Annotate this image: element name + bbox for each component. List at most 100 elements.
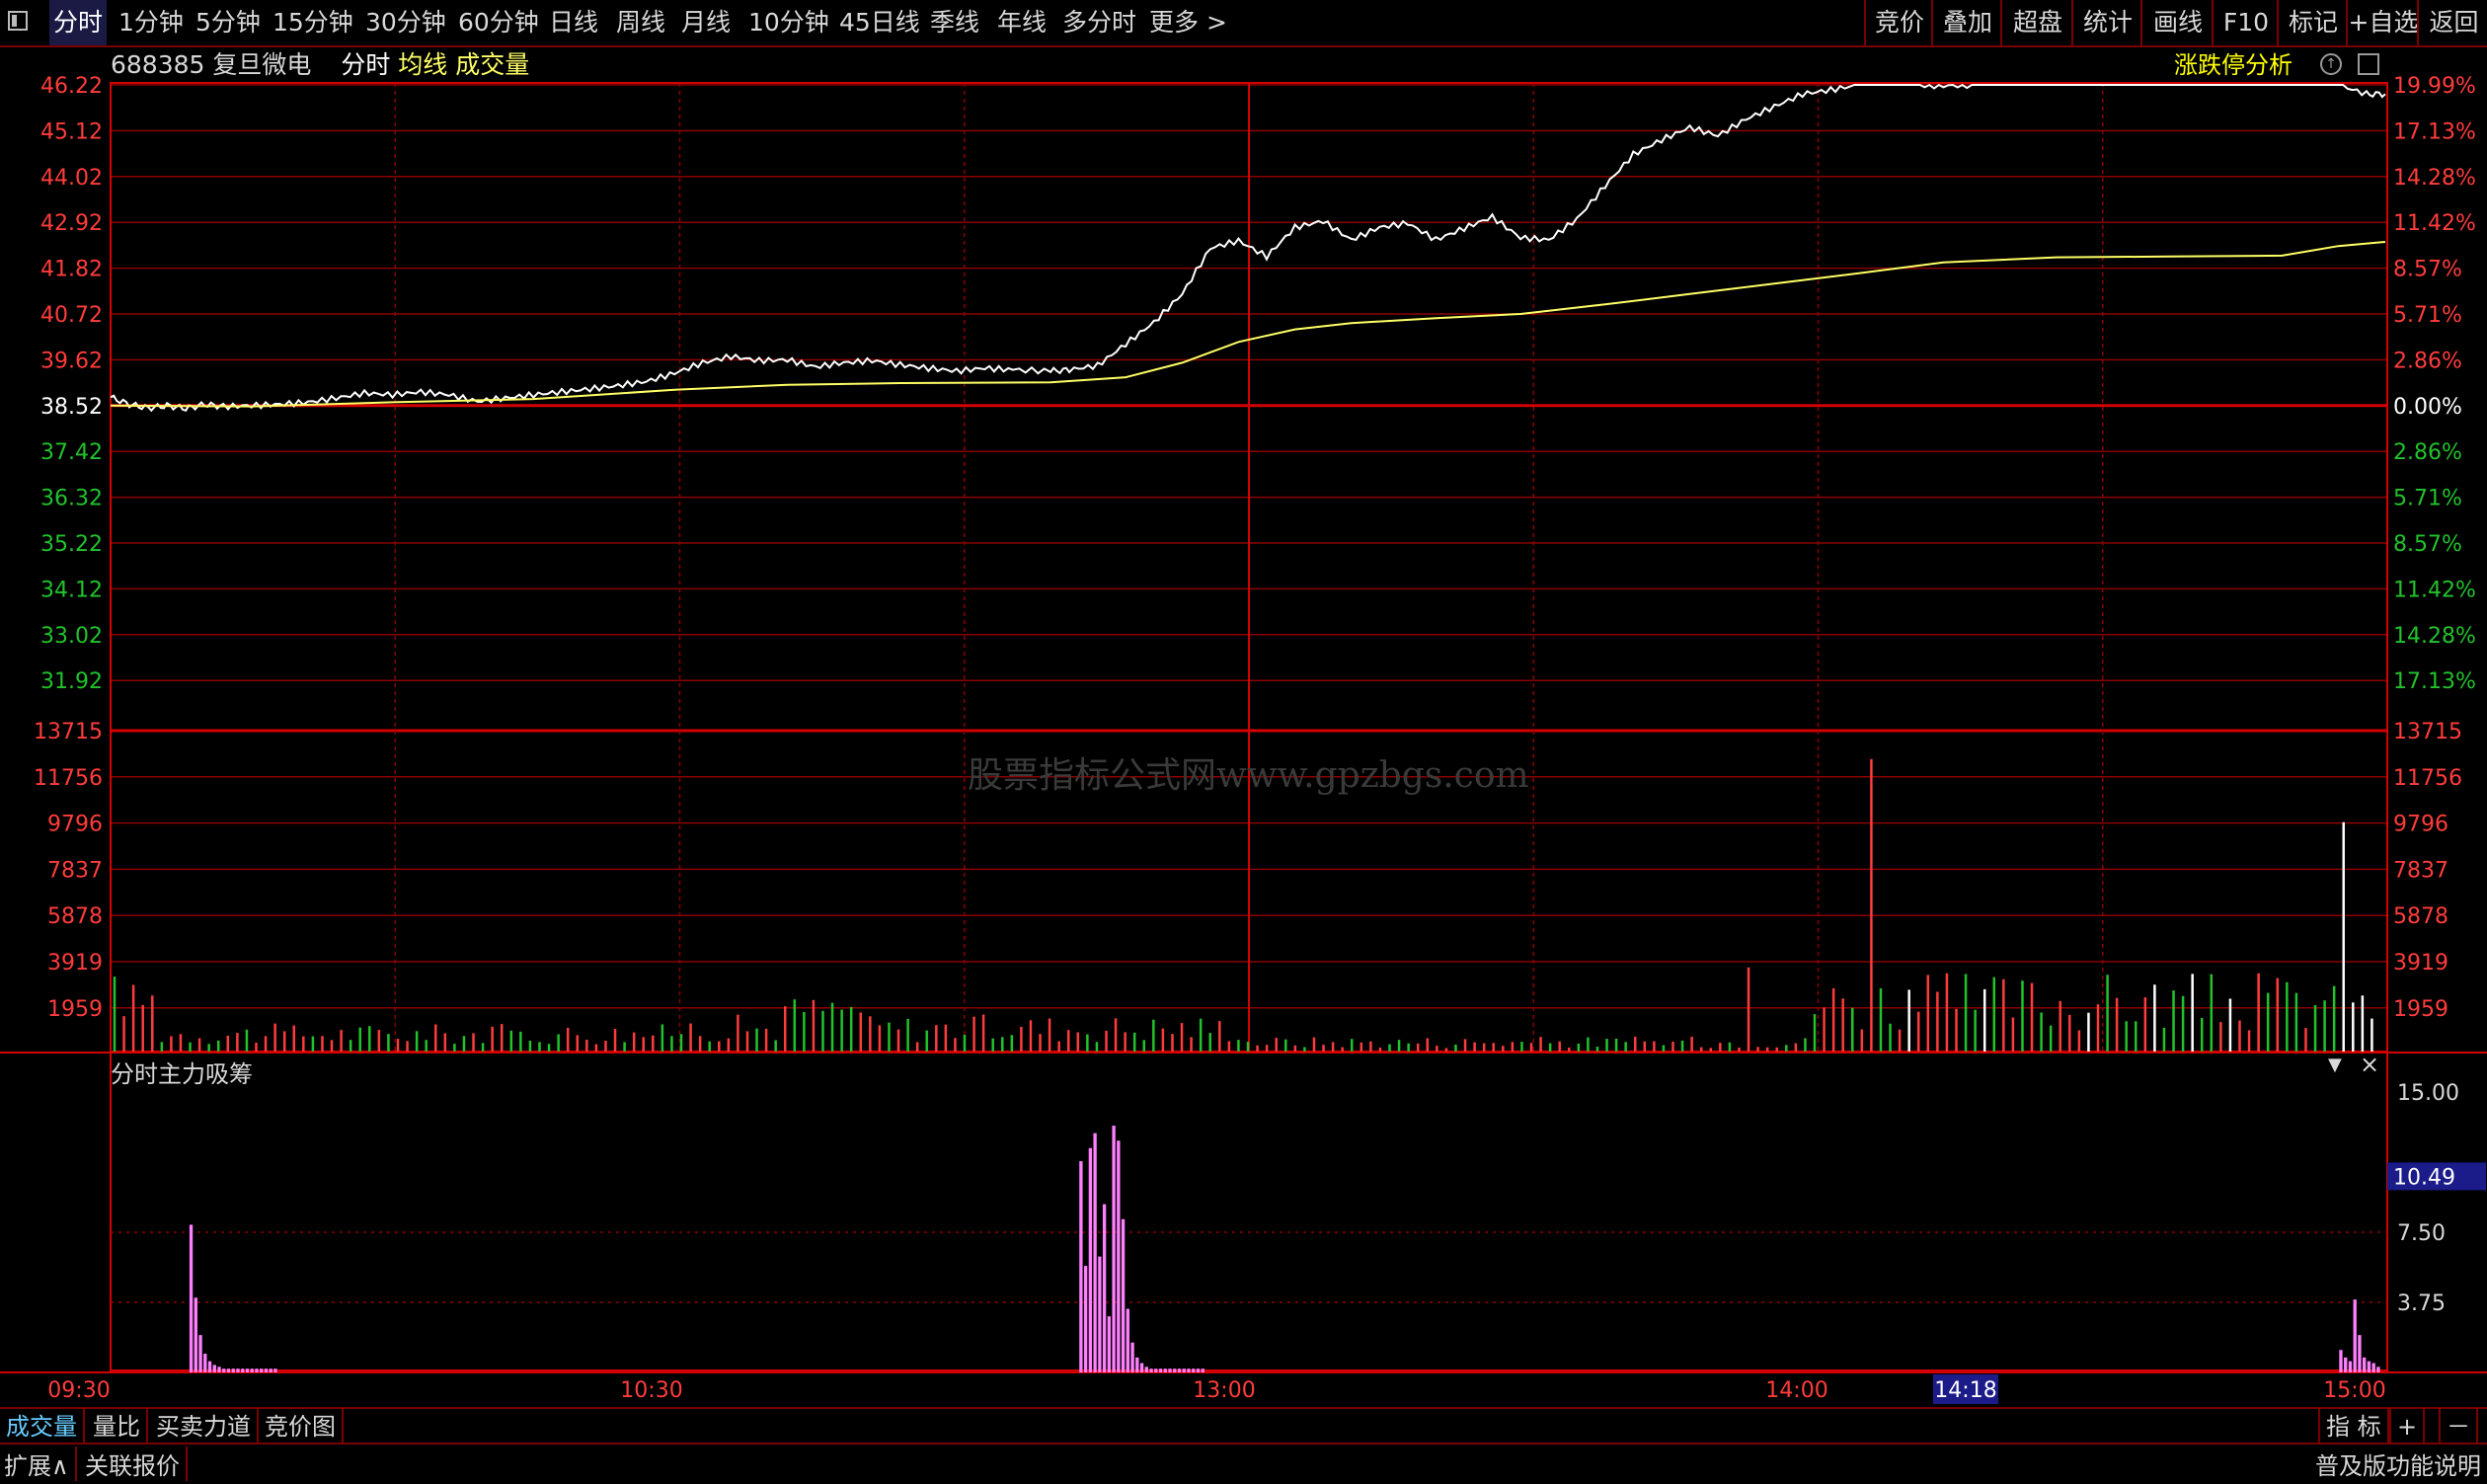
indicator-bar [250,1368,254,1372]
indicator-bar [203,1354,207,1372]
volume-axis-label: 1959 [47,997,103,1022]
pct-axis-label: 17.13% [2393,669,2476,694]
volume-axis-label: 7837 [2393,858,2448,883]
indicator-bar [1177,1368,1182,1372]
indicator-bar [2363,1357,2367,1372]
pct-axis-label: 11.42% [2393,578,2476,602]
bottom-right-2[interactable]: － [2439,1409,2478,1445]
indicator-bar [2339,1350,2343,1372]
pct-axis-label: 17.13% [2393,119,2476,144]
time-axis-label: 10:30 [620,1378,682,1403]
indicator-bar [1135,1357,1139,1372]
indicator-bar [1163,1368,1167,1372]
volume-axis-label: 9796 [47,813,103,837]
indicator-bar [1154,1368,1158,1372]
pct-axis-label: 2.86% [2393,349,2462,373]
volume-legend: 成交量 [455,50,530,79]
indicator-bar [1182,1368,1186,1372]
indicator-bar [2376,1367,2380,1372]
chart-mode: 分时 [341,50,391,79]
pct-axis-label: 5.71% [2393,487,2462,511]
price-axis-label: 42.92 [40,211,103,236]
bottom-right-0[interactable]: 指 标 [2318,1409,2389,1445]
price-axis-label: 39.62 [40,349,103,373]
indicator-bar [1158,1368,1163,1372]
volume-axis-label: 5878 [2393,904,2448,929]
indicator-bar [1144,1367,1148,1372]
crosshair-time-label: 14:18 [1934,1378,1996,1403]
indicator-dropdown-icon[interactable]: ▼ [2328,1054,2342,1075]
time-axis-label: 09:30 [47,1378,110,1403]
indicator-bar [1117,1140,1121,1372]
volume-axis-label: 3919 [2393,951,2448,976]
indicator-bar [217,1367,221,1372]
bottom-tab-3[interactable]: 竞价图 [259,1409,344,1445]
pct-axis-label: 14.28% [2393,166,2476,191]
indicator-bar [2344,1357,2348,1372]
volume-axis-label: 11756 [2393,766,2462,791]
volume-axis-label: 7837 [47,858,103,883]
indicator-bar [1107,1316,1112,1372]
indicator-bar [1149,1368,1153,1372]
zdt-analysis-button[interactable]: 涨跌停分析 [2174,49,2293,81]
indicator-bar [1187,1368,1191,1372]
bottom-tab-2[interactable]: 买卖力道 [150,1409,259,1445]
indicator-bar [1088,1147,1093,1372]
price-axis-label: 44.02 [40,166,103,191]
indicator-bar [241,1368,245,1372]
pct-axis-label: 19.99% [2393,74,2476,99]
indicator-bar [1112,1126,1116,1372]
indicator-bar [269,1368,272,1372]
indicator-bar [255,1368,259,1372]
price-axis-label: 34.12 [40,578,103,602]
indicator-bar [260,1368,264,1372]
indicator-bar [273,1368,277,1372]
scroll-up-icon[interactable]: ↑ [2320,53,2342,75]
time-axis-label: 14:00 [1765,1378,1827,1403]
indicator-bar [2358,1335,2362,1372]
indicator-bar [1121,1218,1126,1372]
expand-button[interactable]: 扩展∧ [4,1446,77,1481]
related-quote-button[interactable]: 关联报价 [85,1446,188,1481]
indicator-bar [264,1368,269,1372]
indicator-bar [1173,1368,1177,1372]
volume-axis-label: 13715 [34,720,103,744]
indicator-bar [1093,1133,1097,1372]
price-axis-label: 38.52 [40,395,103,420]
volume-axis-label: 1959 [2393,997,2448,1022]
bottom-tab-1[interactable]: 量比 [87,1409,148,1445]
footer-bar: 扩展∧ 关联报价 普及版功能说明 [0,1443,2487,1484]
price-axis-label: 40.72 [40,303,103,328]
indicator-bar [1083,1266,1088,1372]
indicator-bar [1126,1308,1129,1372]
version-info-link[interactable]: 普及版功能说明 [2315,1446,2481,1481]
window-icon[interactable] [2358,53,2379,75]
price-axis-label: 33.02 [40,624,103,649]
indicator-close-icon[interactable]: × [2360,1051,2379,1078]
indicator-bar [1098,1256,1102,1372]
volume-axis-label: 11756 [34,766,103,791]
bottom-right-1[interactable]: + [2389,1409,2426,1445]
price-axis-label: 35.22 [40,532,103,557]
bottom-tab-0[interactable]: 成交量 [0,1409,85,1445]
bottom-tab-bar: 成交量 量比 买卖力道 竞价图 指 标 + － [0,1407,2487,1445]
volume-axis-label: 3919 [47,951,103,976]
price-axis-label: 45.12 [40,119,103,144]
indicator-bar [231,1368,235,1372]
time-axis-label: 13:00 [1193,1378,1255,1403]
watermark: 股票指标公式网www.gpzbgs.com [968,755,1529,796]
pct-axis-label: 5.71% [2393,303,2462,328]
indicator-bar [1130,1342,1134,1372]
price-axis-label: 41.82 [40,258,103,282]
indicator-axis-label: 15.00 [2397,1081,2459,1106]
indicator-bar [1201,1368,1205,1372]
indicator-bar [212,1365,216,1372]
indicator-bar [2371,1363,2375,1372]
indicator-axis-label: 7.50 [2397,1221,2446,1246]
indicator-bar [1196,1368,1201,1372]
volume-axis-label: 9796 [2393,813,2448,837]
indicator-bar [1168,1368,1172,1372]
indicator-bar [1102,1204,1107,1372]
intraday-chart[interactable]: 46.22 19.99% 45.12 17.13% 44.02 14.28% 42.92 11… [0,0,2487,1407]
indicator-bar [2348,1361,2353,1372]
